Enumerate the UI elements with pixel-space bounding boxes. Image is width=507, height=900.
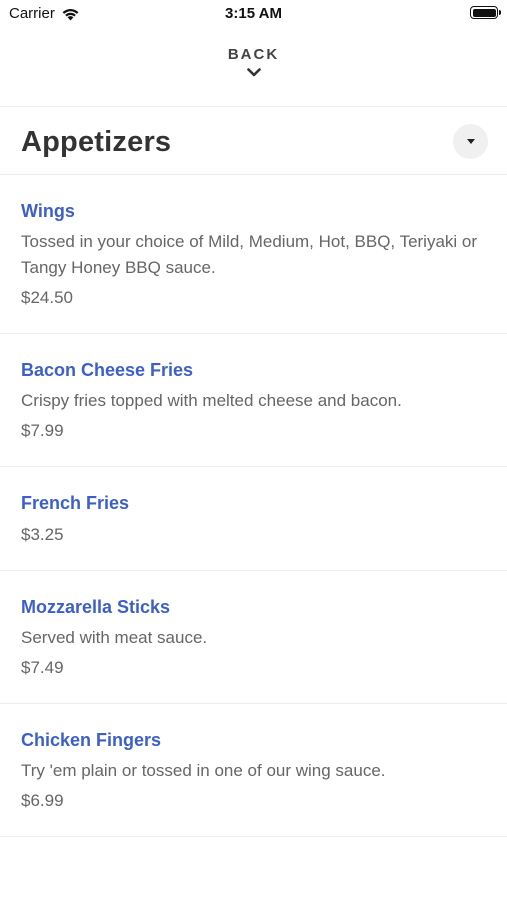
menu-item-wings[interactable]: Wings Tossed in your choice of Mild, Med… xyxy=(0,175,507,334)
menu-item-french-fries[interactable]: French Fries $3.25 xyxy=(0,467,507,571)
item-price: $24.50 xyxy=(21,288,73,307)
item-description: Crispy fries topped with melted cheese a… xyxy=(21,391,402,410)
menu-item-mozzarella-sticks[interactable]: Mozzarella Sticks Served with meat sauce… xyxy=(0,571,507,704)
chevron-down-icon xyxy=(246,68,261,77)
menu-item-bacon-cheese-fries[interactable]: Bacon Cheese Fries Crispy fries topped w… xyxy=(0,334,507,467)
item-price: $7.49 xyxy=(21,658,64,677)
menu-item-chicken-fingers[interactable]: Chicken Fingers Try 'em plain or tossed … xyxy=(0,704,507,837)
category-dropdown-button[interactable] xyxy=(453,124,488,159)
back-button[interactable]: BACK xyxy=(0,46,507,92)
item-price: $7.99 xyxy=(21,421,64,440)
category-header: Appetizers xyxy=(0,108,507,174)
item-description: Tossed in your choice of Mild, Medium, H… xyxy=(21,232,478,277)
item-description: Try 'em plain or tossed in one of our wi… xyxy=(21,761,386,780)
battery-icon xyxy=(470,6,501,19)
item-price: $3.25 xyxy=(21,525,64,544)
caret-down-icon xyxy=(466,139,475,144)
item-name: Wings xyxy=(21,201,75,221)
header-divider xyxy=(0,106,507,107)
category-title: Appetizers xyxy=(21,126,172,158)
item-name: Bacon Cheese Fries xyxy=(21,360,194,380)
item-price: $6.99 xyxy=(21,791,64,810)
item-name: Mozzarella Sticks xyxy=(21,597,171,617)
back-label: BACK xyxy=(227,46,280,63)
status-time: 3:15 AM xyxy=(225,5,282,22)
item-name: French Fries xyxy=(21,493,130,513)
item-description: Served with meat sauce. xyxy=(21,628,208,647)
menu-item-list: Wings Tossed in your choice of Mild, Med… xyxy=(0,175,507,837)
item-name: Chicken Fingers xyxy=(21,730,162,750)
status-bar: Carrier 3:15 AM xyxy=(0,0,507,28)
